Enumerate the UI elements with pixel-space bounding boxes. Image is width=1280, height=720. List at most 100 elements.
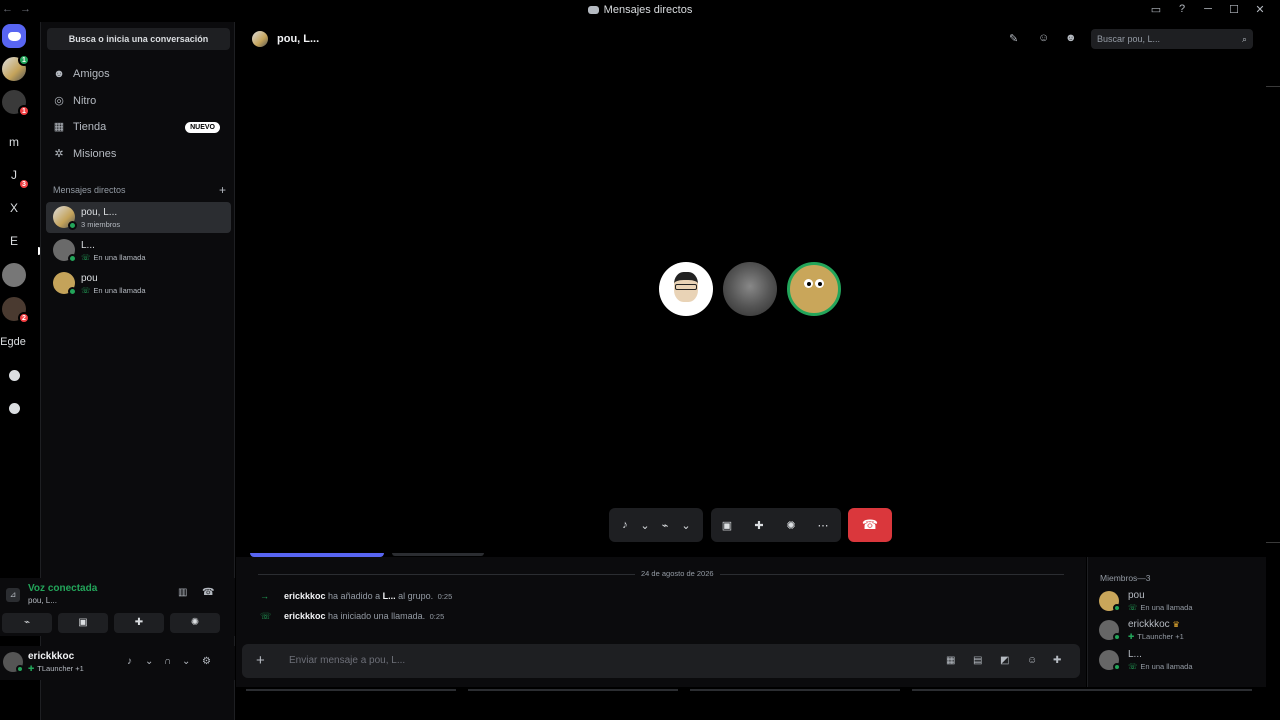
unread-badge: 1: [18, 105, 30, 117]
server-egde[interactable]: Egde: [0, 330, 26, 354]
system-message: → erickkkoc ha añadido a L... al grupo. 0…: [260, 591, 452, 601]
activities-button[interactable]: ✚: [114, 613, 164, 633]
create-dm-icon[interactable]: +: [219, 183, 226, 197]
nav-friends-label: Amigos: [73, 68, 110, 80]
user-activity-extra: +1: [75, 664, 84, 673]
server-m[interactable]: m: [2, 130, 26, 154]
signal-icon[interactable]: ⊿: [6, 588, 20, 602]
status-indicator: [1113, 663, 1121, 671]
noise-suppression-icon[interactable]: ▥: [178, 587, 187, 598]
more-icon[interactable]: ⋯: [807, 519, 839, 532]
help-icon[interactable]: ?: [1176, 3, 1188, 16]
chevron-down-icon[interactable]: ⌄: [145, 656, 153, 667]
minimize-button[interactable]: ─: [1202, 3, 1214, 16]
camera-off-button[interactable]: ⌁: [2, 613, 52, 633]
end-call-button[interactable]: ☎: [848, 508, 892, 542]
disconnect-icon[interactable]: ☎: [202, 587, 214, 598]
server-e[interactable]: E: [2, 229, 26, 253]
find-conversation-button[interactable]: Busca o inicia una conversación: [47, 28, 230, 50]
maximize-button[interactable]: ☐: [1228, 3, 1240, 16]
dm-name: pou, L...: [81, 207, 118, 218]
dm-item-pou[interactable]: pou ☏ En una llamada: [46, 268, 231, 299]
activities-icon[interactable]: ✚: [743, 519, 775, 532]
members-icon[interactable]: ☻: [1065, 32, 1077, 44]
soundboard-button[interactable]: ✺: [170, 613, 220, 633]
dm-item-l[interactable]: L... ☏ En una llamada: [46, 235, 231, 266]
chevron-down-icon[interactable]: ⌄: [639, 519, 651, 532]
status-indicator: [68, 221, 77, 230]
camera-off-icon[interactable]: ⌁: [651, 519, 679, 532]
phone-icon: ☏: [1128, 603, 1138, 612]
dm-name: pou: [81, 273, 98, 284]
sticker-icon[interactable]: ◩: [1000, 655, 1009, 666]
discord-icon: [587, 6, 599, 14]
close-button[interactable]: ✕: [1254, 3, 1266, 16]
inbox-icon[interactable]: ▭: [1150, 3, 1162, 16]
message-input[interactable]: + Enviar mensaje a pou, L... ▦ ▤ ◩ ☺ ✚: [242, 644, 1080, 678]
server-j[interactable]: J3: [2, 163, 30, 190]
search-input[interactable]: Buscar pou, L... ⌕: [1091, 29, 1253, 49]
member-item[interactable]: erickkkoc ♛ ✚ TLauncher +1: [1099, 618, 1264, 644]
dm-unread-user[interactable]: 1: [2, 90, 30, 117]
member-status: ✚ TLauncher +1: [1128, 632, 1184, 641]
search-icon: ⌕: [1241, 34, 1247, 44]
dm-sub: 3 miembros: [81, 220, 121, 229]
nav-nitro[interactable]: ◎ Nitro: [47, 89, 230, 113]
headphones-icon[interactable]: ∩: [164, 656, 171, 667]
nav-friends[interactable]: ☻ Amigos: [47, 62, 230, 86]
participant-avatar-speaking[interactable]: [787, 262, 841, 316]
nav-shop[interactable]: ▦ Tienda NUEVO: [47, 115, 230, 139]
server-x[interactable]: X: [2, 196, 26, 220]
microphone-icon[interactable]: ♪: [611, 519, 639, 531]
mention-badge: 3: [18, 178, 30, 190]
media-controls: ♪ ⌄ ⌁ ⌄: [609, 508, 703, 542]
message-time: 0:25: [437, 592, 453, 601]
message-target[interactable]: L...: [383, 591, 396, 601]
status-indicator: [68, 254, 77, 263]
message-placeholder: Enviar mensaje a pou, L...: [289, 655, 406, 666]
chevron-down-icon[interactable]: ⌄: [182, 656, 190, 667]
pin-icon[interactable]: ✎: [1009, 32, 1018, 45]
server-avatar-2[interactable]: 2: [2, 297, 30, 324]
nav-nitro-label: Nitro: [73, 95, 97, 107]
dm-unread-group[interactable]: 1: [2, 54, 30, 81]
username[interactable]: erickkkoc: [28, 651, 74, 662]
user-activity-text: TLauncher: [37, 664, 74, 673]
emoji-icon[interactable]: ☺: [1027, 655, 1037, 666]
message-user[interactable]: erickkkoc: [284, 611, 326, 621]
dm-sub: ☏ En una llamada: [81, 253, 146, 262]
dm-item-group[interactable]: pou, L... 3 miembros: [46, 202, 231, 233]
plus-circle-icon: [8, 369, 20, 381]
soundboard-icon[interactable]: ✺: [775, 519, 807, 532]
participant-avatar[interactable]: [659, 262, 713, 316]
add-server-button[interactable]: [2, 363, 26, 387]
settings-gear-icon[interactable]: ⚙: [202, 656, 211, 667]
member-item[interactable]: pou ☏ En una llamada: [1099, 589, 1264, 615]
message-text: al grupo.: [395, 591, 434, 601]
attach-plus-icon[interactable]: +: [256, 652, 265, 669]
nav-quests[interactable]: ✲ Misiones: [47, 142, 230, 166]
divider: [1266, 542, 1280, 543]
status-indicator: [1113, 604, 1121, 612]
quests-icon: ✲: [54, 148, 64, 160]
server-avatar[interactable]: [2, 263, 26, 287]
member-item[interactable]: L... ☏ En una llamada: [1099, 648, 1264, 674]
shop-icon: ▦: [53, 121, 65, 133]
microphone-icon[interactable]: ♪: [127, 656, 132, 667]
member-name: pou: [1128, 590, 1145, 601]
apps-icon[interactable]: ✚: [1053, 655, 1061, 666]
message-text: ha añadido a: [325, 591, 383, 601]
participant-avatar[interactable]: [723, 262, 777, 316]
screen-share-icon[interactable]: ▣: [711, 519, 743, 532]
discover-button[interactable]: [2, 396, 26, 420]
window-title-text: Mensajes directos: [603, 4, 693, 16]
screen-share-button[interactable]: ▣: [58, 613, 108, 633]
gif-icon[interactable]: ▤: [973, 655, 982, 666]
chevron-down-icon[interactable]: ⌄: [679, 519, 693, 532]
add-friends-icon[interactable]: ☺: [1038, 32, 1049, 44]
gift-icon[interactable]: ▦: [946, 655, 955, 666]
home-button[interactable]: [2, 24, 26, 48]
message-user[interactable]: erickkkoc: [284, 591, 326, 601]
voice-status[interactable]: Voz conectada: [28, 583, 97, 594]
dm-name: L...: [81, 240, 95, 251]
